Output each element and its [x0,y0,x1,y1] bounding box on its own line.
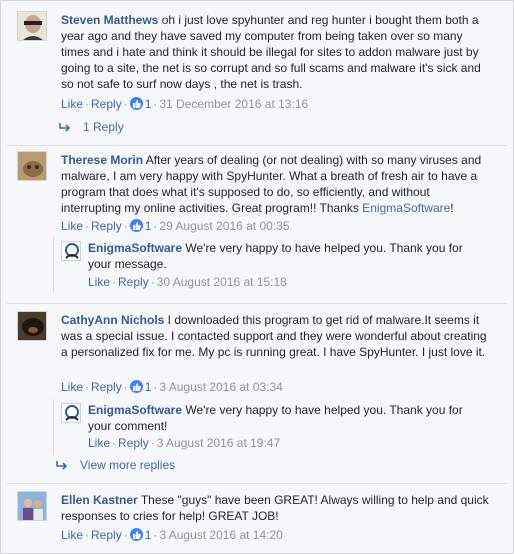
avatar-enigmasoftware[interactable] [61,241,81,261]
reply-link[interactable]: Reply [91,219,122,233]
reply-arrow-icon [56,459,68,475]
reply-arrow-icon [59,121,71,137]
avatar-ellen-kastner[interactable] [17,491,47,521]
separator-dot: · [123,528,128,542]
reply-link[interactable]: Reply [118,275,149,289]
comment-actions: Like · Reply · 1 · 29 August 2016 at 00:35 [61,218,290,234]
thumbs-up-icon [129,380,143,393]
reply-link[interactable]: Reply [91,97,122,111]
replies-count-label[interactable]: 1 Reply [83,120,124,134]
comment-actions: Like · Reply · 1 · 3 August 2016 at 14:20 [61,527,283,543]
avatar-therese-morin[interactable] [17,151,47,181]
reply-actions: Like · Reply · 3 August 2016 at 19:47 [88,435,280,451]
divider [7,303,507,304]
separator-dot: · [123,219,128,233]
reply-thread-line [53,399,54,455]
view-replies-link[interactable]: 1 Reply [59,119,124,135]
reply-actions: Like · Reply · 30 August 2016 at 15:18 [88,274,287,290]
reply-link[interactable]: Reply [118,436,149,450]
like-link[interactable]: Like [61,528,83,542]
reply-body: EnigmaSoftware We're very happy to have … [88,402,483,434]
separator-dot: · [85,97,90,111]
like-link[interactable]: Like [88,275,110,289]
like-link[interactable]: Like [61,380,83,394]
thumbs-up-icon [129,219,143,232]
comment-author[interactable]: Therese Morin [61,153,143,167]
view-more-replies-link[interactable]: View more replies [56,457,175,473]
comment-body: CathyAnn Nichols I downloaded this progr… [61,312,491,360]
comments-panel: Steven Matthews oh i just love spyhunter… [0,0,514,554]
comment-text-end: ! [450,201,454,215]
comment-date[interactable]: 3 August 2016 at 14:20 [159,528,282,542]
comment-actions: Like · Reply · 1 · 31 December 2016 at 13:16 [61,96,308,112]
reply-link[interactable]: Reply [91,380,122,394]
mention-link[interactable]: EnigmaSoftware [362,201,450,215]
separator-dot: · [123,97,128,111]
reply-author[interactable]: EnigmaSoftware [88,241,182,255]
view-more-replies-label[interactable]: View more replies [80,458,175,472]
avatar-cathyann-nichols[interactable] [17,311,47,341]
comment-body: Ellen Kastner These "guys" have been GRE… [61,492,491,524]
reply-author[interactable]: EnigmaSoftware [88,403,182,417]
reply-thread-line [53,237,54,293]
divider [7,483,507,484]
comment-actions: Like · Reply · 1 · 3 August 2016 at 03:34 [61,379,283,395]
separator-dot: · [150,275,155,289]
divider [7,145,507,146]
separator-dot: · [85,380,90,394]
like-link[interactable]: Like [88,436,110,450]
thumbs-up-icon [129,97,143,110]
like-link[interactable]: Like [61,219,83,233]
separator-dot: · [85,528,90,542]
reply-link[interactable]: Reply [91,528,122,542]
comment-author[interactable]: Ellen Kastner [61,493,138,507]
comment-author[interactable]: Steven Matthews [61,13,158,27]
reply-date[interactable]: 3 August 2016 at 19:47 [157,436,280,450]
comment-date[interactable]: 31 December 2016 at 13:16 [159,97,308,111]
reply-date[interactable]: 30 August 2016 at 15:18 [157,275,287,289]
comment-date[interactable]: 29 August 2016 at 00:35 [159,219,289,233]
comment-body: Steven Matthews oh i just love spyhunter… [61,12,491,92]
reply-body: EnigmaSoftware We're very happy to have … [88,240,483,272]
thumbs-up-icon [129,528,143,541]
separator-dot: · [112,436,117,450]
avatar-steven-matthews[interactable] [17,11,47,41]
separator-dot: · [123,380,128,394]
like-link[interactable]: Like [61,97,83,111]
separator-dot: · [85,219,90,233]
comment-date[interactable]: 3 August 2016 at 03:34 [159,380,282,394]
comment-body: Therese Morin After years of dealing (or… [61,152,491,216]
comment-author[interactable]: CathyAnn Nichols [61,313,164,327]
separator-dot: · [150,436,155,450]
avatar-enigmasoftware[interactable] [61,403,81,423]
separator-dot: · [112,275,117,289]
